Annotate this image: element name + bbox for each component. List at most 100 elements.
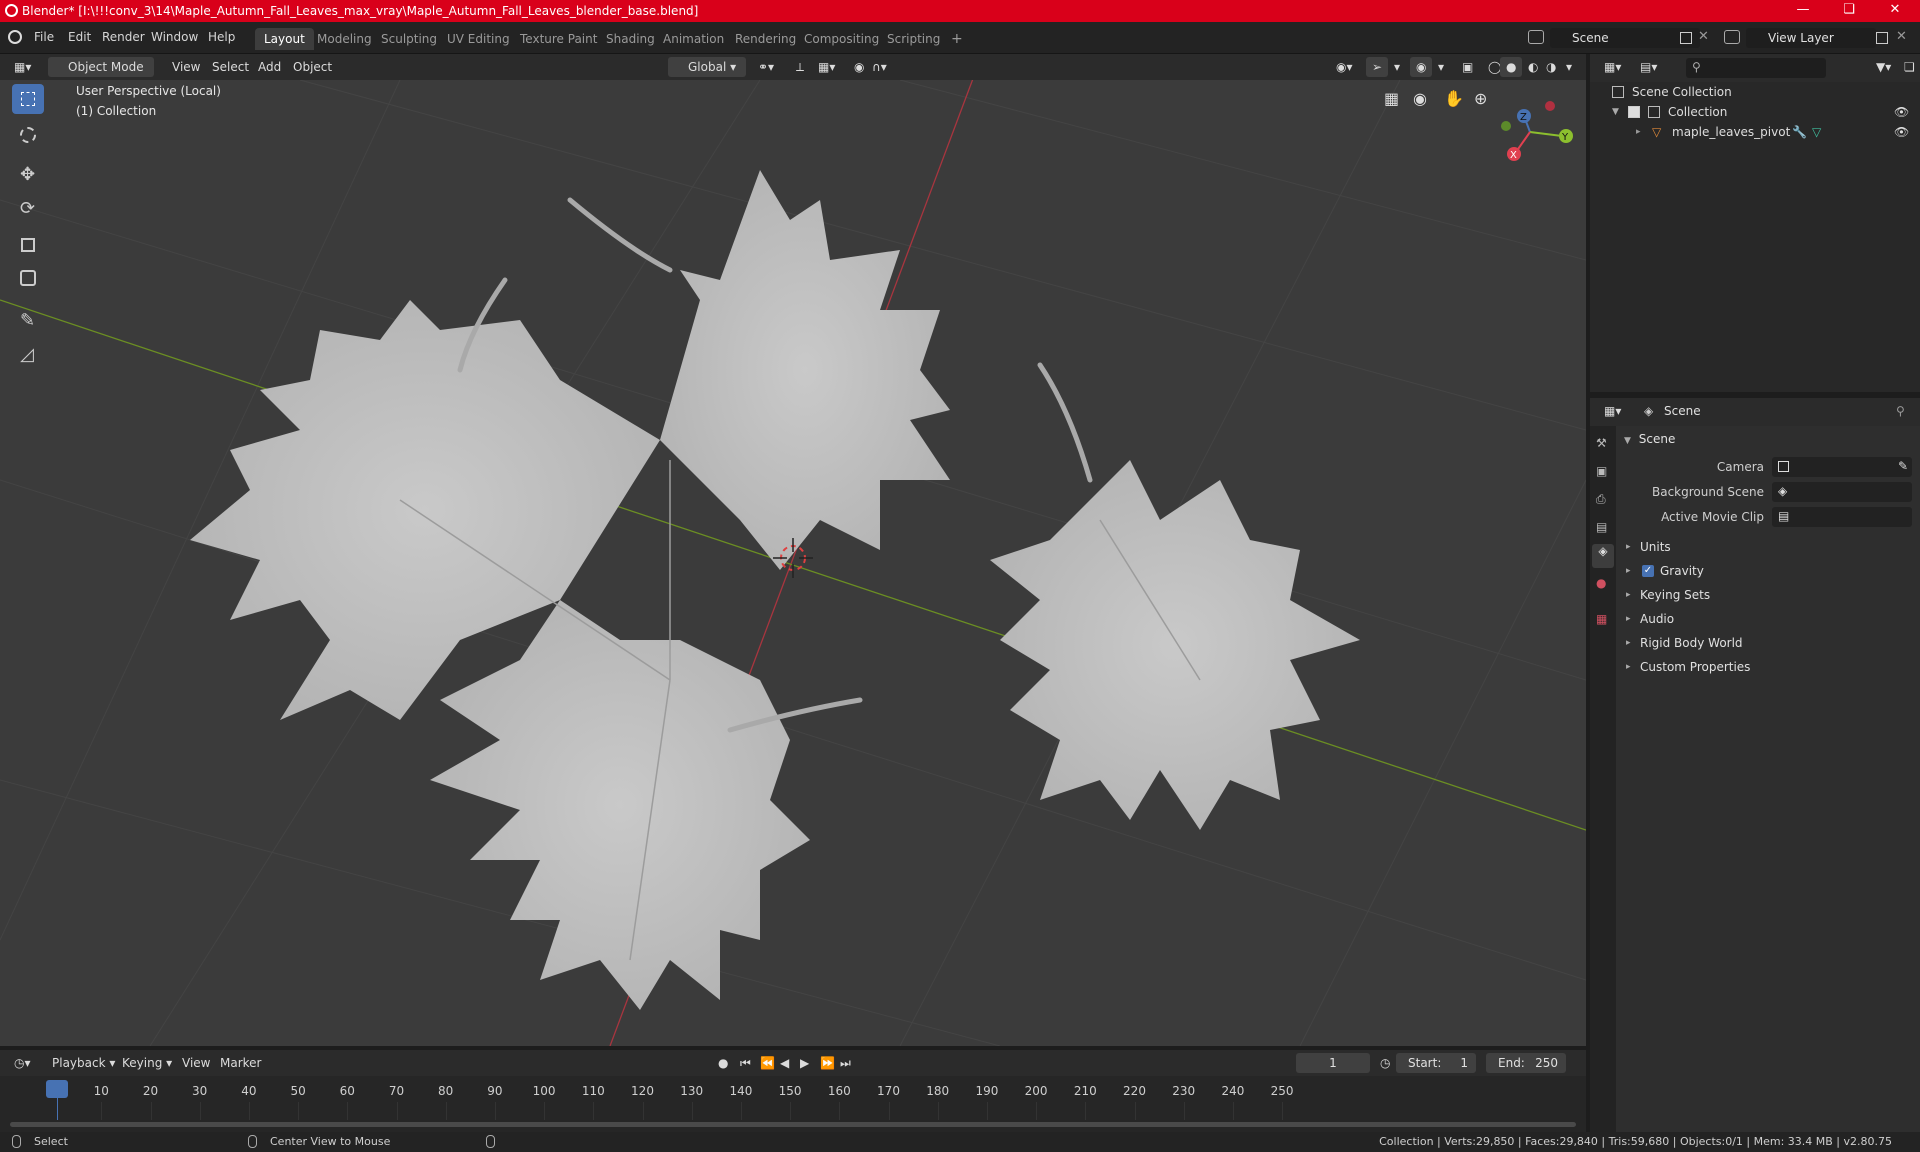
jump-end-icon[interactable]: ⏭ (834, 1053, 857, 1073)
outliner-row-scene-collection[interactable]: Scene Collection (1590, 82, 1920, 102)
scene-selector-icon[interactable] (1528, 30, 1544, 44)
shading-dropdown-icon[interactable]: ▾ (1560, 57, 1578, 77)
collection-visibility-eye-icon[interactable]: 👁 (1894, 102, 1909, 122)
active-movie-clip-field[interactable]: ▤ (1772, 507, 1912, 527)
menu-object[interactable]: Object (287, 57, 338, 77)
menu-render[interactable]: Render (102, 30, 145, 44)
close-button[interactable]: ✕ (1872, 0, 1918, 22)
timeline-scrollbar[interactable] (10, 1122, 1576, 1127)
menu-timeline-view[interactable]: View (176, 1053, 216, 1073)
delete-view-layer-icon[interactable]: ✕ (1896, 29, 1907, 44)
custom-properties-panel[interactable]: ▸ Custom Properties (1624, 656, 1914, 678)
scene-name-field[interactable]: Scene (1550, 28, 1700, 48)
move-tool[interactable]: ✥ (12, 160, 44, 190)
measure-tool[interactable]: ◿ (12, 340, 44, 370)
new-scene-icon[interactable] (1680, 32, 1692, 44)
pan-view-button[interactable]: ✋ (1438, 86, 1466, 114)
rigid-body-world-panel[interactable]: ▸ Rigid Body World (1624, 632, 1914, 654)
gizmo-toggle-icon[interactable]: ➢ (1366, 57, 1389, 77)
render-tab-icon[interactable]: ▣ (1596, 464, 1607, 478)
annotate-tool[interactable]: ✎ (12, 306, 44, 336)
delete-scene-icon[interactable]: ✕ (1698, 29, 1709, 44)
tab-texture-paint[interactable]: Texture Paint (511, 28, 606, 50)
menu-playback[interactable]: Playback ▾ (46, 1053, 121, 1073)
menu-help[interactable]: Help (208, 30, 235, 44)
3d-viewport[interactable]: Z Y X User Perspective (Local) (1) Colle… (0, 80, 1586, 1046)
snap-target-icon[interactable]: ▦▾ (812, 57, 841, 77)
tab-animation[interactable]: Animation (654, 28, 733, 50)
mesh-data-icon[interactable]: ▽ (1812, 122, 1821, 142)
object-expand-icon[interactable]: ▸ (1636, 122, 1641, 142)
outliner-row-collection[interactable]: ▼ Collection 👁 (1590, 102, 1920, 122)
properties-editor-type-icon[interactable]: ▦▾ (1598, 401, 1627, 421)
tab-rendering[interactable]: Rendering (726, 28, 805, 50)
rotate-tool[interactable]: ⟳ (12, 194, 44, 224)
editor-type-icon[interactable]: ▦▾ (8, 57, 37, 77)
tab-compositing[interactable]: Compositing (795, 28, 888, 50)
tab-layout[interactable]: Layout (255, 28, 314, 50)
play-icon[interactable]: ▶ (794, 1053, 815, 1073)
timeline-editor-type-icon[interactable]: ◷▾ (8, 1053, 37, 1073)
snap-icon[interactable]: ⟂ (790, 57, 810, 77)
object-visibility-eye-icon[interactable]: 👁 (1894, 122, 1909, 142)
toggle-ortho-button[interactable]: ▦ (1378, 86, 1406, 114)
tab-scripting[interactable]: Scripting (878, 28, 949, 50)
output-tab-icon[interactable]: ⎙ (1596, 492, 1606, 507)
stopwatch-icon[interactable]: ◷ (1374, 1053, 1396, 1073)
playhead[interactable] (46, 1080, 68, 1098)
start-frame-field[interactable]: Start: 1 (1396, 1053, 1476, 1073)
menu-select[interactable]: Select (206, 57, 255, 77)
transform-orientation-dropdown[interactable]: Global ▾ (668, 57, 746, 77)
menu-edit[interactable]: Edit (68, 30, 91, 44)
overlay-toggle-icon[interactable]: ◉ (1410, 57, 1433, 77)
texture-tab-icon[interactable]: ▦ (1596, 612, 1607, 626)
scene-panel-header[interactable]: ▼ Scene (1624, 432, 1675, 446)
view-layer-field[interactable]: View Layer (1746, 28, 1876, 48)
camera-view-button[interactable]: ◉ (1408, 86, 1436, 114)
gravity-checkbox[interactable]: ✓ (1642, 565, 1654, 577)
tab-uv-editing[interactable]: UV Editing (438, 28, 519, 50)
outliner-row-object[interactable]: ▸ ▽ maple_leaves_pivot 🔧 ▽ 👁 (1590, 122, 1920, 142)
outliner-editor-type-icon[interactable]: ▦▾ (1598, 57, 1627, 77)
scene-tab-icon[interactable]: ◈ (1592, 544, 1614, 568)
blender-menu-icon[interactable] (8, 30, 22, 44)
select-box-tool[interactable] (12, 84, 44, 114)
camera-field[interactable]: ✎ (1772, 457, 1912, 477)
audio-panel[interactable]: ▸ Audio (1624, 608, 1914, 630)
timeline[interactable]: 1102030405060708090100110120130140150160… (0, 1076, 1586, 1132)
navigation-gizmo[interactable]: Z Y X (1501, 101, 1573, 161)
expand-arrow-icon[interactable]: ▼ (1612, 102, 1619, 122)
view-layer-tab-icon[interactable]: ▤ (1596, 520, 1607, 534)
add-workspace-button[interactable]: + (942, 28, 972, 50)
pivot-icon[interactable]: ⚭▾ (752, 57, 780, 77)
menu-add[interactable]: Add (252, 57, 287, 77)
menu-view[interactable]: View (166, 57, 206, 77)
gizmo-dropdown-icon[interactable]: ▾ (1388, 57, 1406, 77)
maximize-button[interactable]: ❏ (1826, 0, 1872, 22)
tab-modeling[interactable]: Modeling (308, 28, 381, 50)
units-panel[interactable]: ▸ Units (1624, 536, 1914, 558)
exclude-checkbox[interactable] (1628, 106, 1640, 118)
menu-file[interactable]: File (34, 30, 54, 44)
cursor-tool[interactable] (12, 120, 44, 150)
overlay-dropdown-icon[interactable]: ▾ (1432, 57, 1450, 77)
tool-tab-icon[interactable]: ⚒ (1596, 436, 1607, 450)
eyedropper-icon[interactable]: ✎ (1898, 459, 1908, 473)
world-tab-icon[interactable]: ● (1596, 576, 1606, 590)
record-button[interactable]: ● (712, 1053, 734, 1073)
minimize-button[interactable]: — (1780, 0, 1826, 22)
menu-window[interactable]: Window (151, 30, 198, 44)
new-view-layer-icon[interactable] (1876, 32, 1888, 44)
solid-shading-icon[interactable]: ● (1500, 57, 1523, 77)
scale-tool[interactable] (12, 230, 44, 260)
mode-dropdown[interactable]: Object Mode ▾ (48, 57, 154, 94)
view-layer-icon[interactable] (1724, 30, 1740, 44)
filter-icon[interactable]: ▼▾ (1870, 57, 1897, 77)
visibility-icon[interactable]: ◉▾ (1330, 57, 1359, 77)
outliner-search-input[interactable] (1686, 58, 1826, 78)
transform-tool[interactable] (12, 264, 44, 294)
background-scene-field[interactable]: ◈ (1772, 482, 1912, 502)
current-frame-field[interactable]: 1 (1296, 1053, 1370, 1073)
zoom-view-button[interactable]: ⊕ (1468, 86, 1496, 114)
pin-icon[interactable]: ⚲ (1896, 404, 1905, 418)
